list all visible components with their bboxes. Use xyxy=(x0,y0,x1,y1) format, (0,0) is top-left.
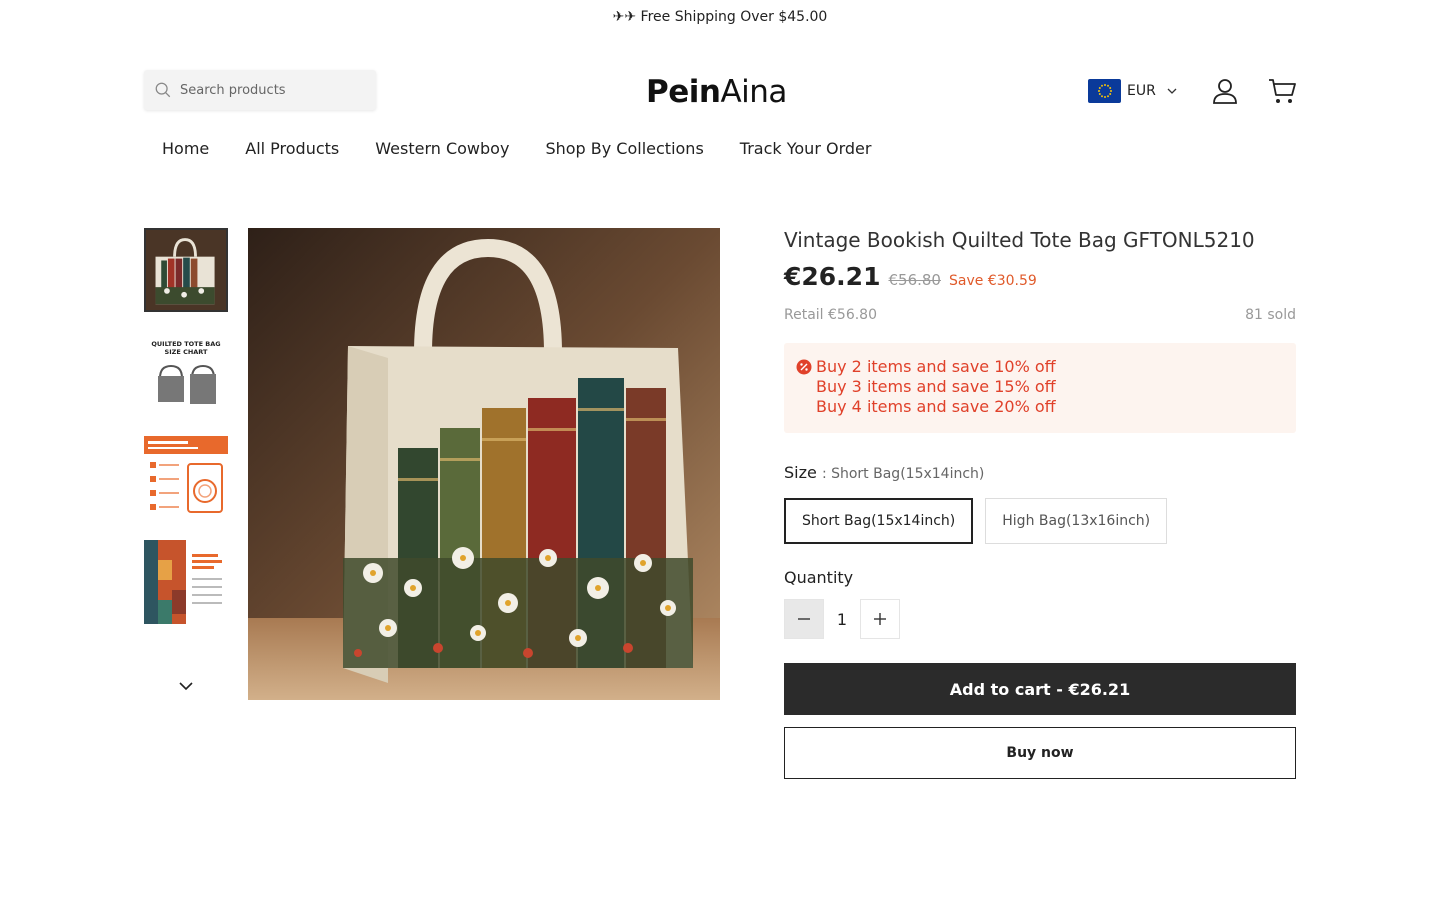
nav-home[interactable]: Home xyxy=(144,135,227,165)
add-to-cart-button[interactable]: Add to cart - €26.21 xyxy=(784,663,1296,715)
minus-icon xyxy=(798,618,810,620)
announcement-bar: ✈✈ Free Shipping Over $45.00 xyxy=(0,0,1440,34)
sold-count: 81 sold xyxy=(1245,307,1296,323)
size-option-short-bag[interactable]: Short Bag(15x14inch) xyxy=(784,498,974,544)
price-row: €26.21 €56.80 Save €30.59 xyxy=(784,262,1296,291)
announcement-text: ✈✈ Free Shipping Over $45.00 xyxy=(612,9,828,25)
svg-text:SIZE CHART: SIZE CHART xyxy=(165,348,208,356)
thumbnail-care-instructions[interactable] xyxy=(144,436,228,520)
size-option-high-bag[interactable]: High Bag(13x16inch) xyxy=(985,498,1168,544)
current-price: €26.21 xyxy=(784,262,881,291)
promo-text: Buy 3 items and save 15% off xyxy=(816,377,1056,396)
discount-badge-icon xyxy=(796,359,812,375)
product-main-image[interactable] xyxy=(248,228,720,700)
logo-part-light: Aina xyxy=(720,74,787,110)
logo-part-bold: Pein xyxy=(646,74,721,110)
size-heading: Size xyxy=(784,463,817,482)
search-input[interactable] xyxy=(180,82,370,98)
size-label: Size : Short Bag(15x14inch) xyxy=(784,463,1296,482)
quantity-stepper: 1 xyxy=(784,599,1296,639)
thumbnail-fabric-detail[interactable] xyxy=(144,540,228,624)
quantity-increase-button[interactable] xyxy=(860,599,900,639)
promo-text: Buy 4 items and save 20% off xyxy=(816,397,1056,416)
tote-bag-image xyxy=(146,230,226,310)
nav-all-products[interactable]: All Products xyxy=(227,135,357,165)
retail-row: Retail €56.80 81 sold xyxy=(784,307,1296,323)
eu-flag-icon xyxy=(1088,79,1121,103)
account-icon[interactable] xyxy=(1210,76,1240,106)
bundle-discount-box: Buy 2 items and save 10% off Buy 3 items… xyxy=(784,343,1296,433)
search-bar[interactable] xyxy=(144,70,376,110)
chevron-down-icon[interactable] xyxy=(176,676,196,696)
compare-price: €56.80 xyxy=(888,271,941,289)
promo-line: Buy 3 items and save 15% off xyxy=(796,377,1284,397)
product-info: Vintage Bookish Quilted Tote Bag GFTONL5… xyxy=(784,226,1296,779)
nav-shop-by-collections[interactable]: Shop By Collections xyxy=(527,135,721,165)
size-options: Short Bag(15x14inch) High Bag(13x16inch) xyxy=(784,498,1296,544)
tote-bag-image xyxy=(248,228,720,700)
plus-icon xyxy=(874,613,886,625)
size-selected-value: : Short Bag(15x14inch) xyxy=(821,466,985,482)
quantity-decrease-button[interactable] xyxy=(784,599,824,639)
thumbnail-size-chart[interactable]: QUILTED TOTE BAG SIZE CHART xyxy=(144,332,228,416)
currency-selector[interactable]: EUR xyxy=(1088,78,1178,104)
save-amount: Save €30.59 xyxy=(948,273,1037,289)
currency-code: EUR xyxy=(1127,83,1156,99)
thumbnail-list: QUILTED TOTE BAG SIZE CHART xyxy=(144,228,228,644)
care-instructions-image xyxy=(144,436,228,520)
quantity-label: Quantity xyxy=(784,568,854,587)
fabric-detail-image xyxy=(144,540,228,624)
promo-line: Buy 4 items and save 20% off xyxy=(796,397,1284,417)
svg-text:QUILTED TOTE BAG: QUILTED TOTE BAG xyxy=(151,340,220,348)
nav-track-your-order[interactable]: Track Your Order xyxy=(722,135,890,165)
promo-text: Buy 2 items and save 10% off xyxy=(816,357,1056,376)
product-title: Vintage Bookish Quilted Tote Bag GFTONL5… xyxy=(784,228,1255,252)
nav-western-cowboy[interactable]: Western Cowboy xyxy=(357,135,527,165)
size-chart-image: QUILTED TOTE BAG SIZE CHART xyxy=(144,332,228,416)
chevron-down-icon xyxy=(1167,88,1177,94)
search-icon xyxy=(155,82,171,98)
store-logo[interactable]: Pein Aina xyxy=(646,72,796,112)
main-nav: Home All Products Western Cowboy Shop By… xyxy=(144,135,889,165)
thumbnail-tote-bag[interactable] xyxy=(144,228,228,312)
buy-now-button[interactable]: Buy now xyxy=(784,727,1296,779)
promo-line: Buy 2 items and save 10% off xyxy=(796,357,1284,377)
retail-price: Retail €56.80 xyxy=(784,307,877,323)
quantity-value[interactable]: 1 xyxy=(824,610,860,629)
cart-icon[interactable] xyxy=(1267,76,1297,106)
